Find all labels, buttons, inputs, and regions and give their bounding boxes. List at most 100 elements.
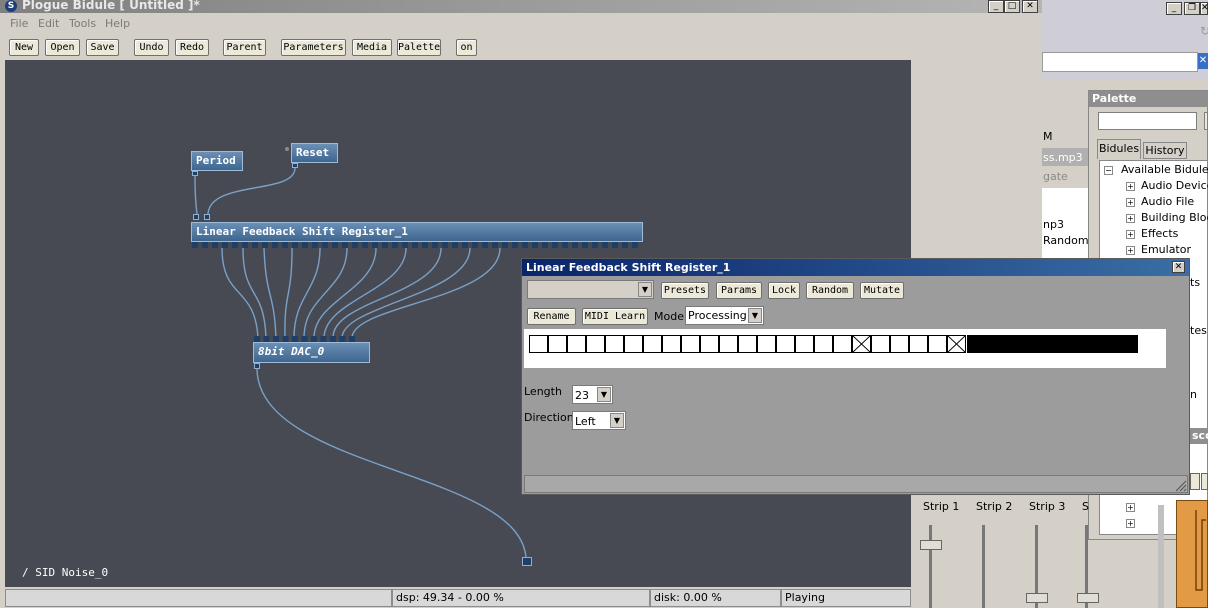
tree-expand-icon[interactable]: +	[1126, 182, 1135, 191]
palette-search-input[interactable]	[1098, 112, 1197, 130]
bg-random-label: Random	[1043, 234, 1089, 247]
scope-button[interactable]	[1190, 473, 1200, 490]
mode-label: Mode	[654, 310, 684, 323]
minimize-button[interactable]: _	[988, 0, 1004, 13]
close-button[interactable]: ✕	[1022, 0, 1038, 13]
direction-select[interactable]: Left ▼	[572, 411, 626, 430]
palette-title-bar[interactable]: Palette	[1089, 91, 1208, 107]
length-select[interactable]: 23 ▼	[572, 385, 613, 404]
register-cell[interactable]	[567, 335, 586, 353]
midi-learn-button[interactable]: MIDI Learn	[582, 308, 648, 325]
register-cell[interactable]	[700, 335, 719, 353]
length-label: Length	[524, 385, 562, 398]
register-cell[interactable]	[833, 335, 852, 353]
scope-button-2[interactable]	[1201, 473, 1208, 490]
lock-button[interactable]: Lock	[768, 282, 800, 299]
maximize-button[interactable]: □	[1004, 0, 1020, 13]
register-cell[interactable]	[681, 335, 700, 353]
chevron-down-icon: ▼	[597, 387, 611, 402]
lfsr-in-port-1[interactable]	[193, 214, 199, 220]
register-cell[interactable]	[529, 335, 548, 353]
tree-expand-icon[interactable]: +	[1126, 519, 1135, 528]
tree-item-emulator[interactable]: Emulator	[1141, 242, 1191, 258]
reset-in-port[interactable]	[285, 147, 289, 151]
random-button[interactable]: Random	[806, 282, 854, 299]
register-cell[interactable]	[586, 335, 605, 353]
lfsr-dialog-title-bar[interactable]: Linear Feedback Shift Register_1	[522, 259, 1189, 276]
tree-item-building-blocks[interactable]: Building Blocks	[1141, 210, 1208, 226]
tree-expand-icon[interactable]: +	[1126, 503, 1135, 512]
strip-1-track	[929, 525, 932, 608]
presets-button[interactable]: Presets	[661, 282, 709, 299]
palette-search-button[interactable]	[1204, 112, 1208, 130]
scope-scrollbar[interactable]	[1158, 505, 1164, 608]
palette-title: Palette	[1092, 92, 1137, 105]
dac-out-port[interactable]	[254, 363, 260, 369]
register-cell[interactable]	[757, 335, 776, 353]
register-cell[interactable]	[795, 335, 814, 353]
register-cell[interactable]	[814, 335, 833, 353]
register-cell[interactable]	[719, 335, 738, 353]
lfsr-out-ports[interactable]	[192, 242, 642, 248]
register-cell[interactable]	[624, 335, 643, 353]
strip-1-fader[interactable]	[920, 540, 942, 550]
resize-grip-icon[interactable]	[1175, 480, 1187, 492]
mode-select-value: Processing	[688, 309, 747, 322]
chevron-down-icon: ▼	[638, 282, 652, 297]
preset-select[interactable]: ▼	[527, 280, 654, 299]
register-cell[interactable]	[643, 335, 662, 353]
dac-node[interactable]: 8bit DAC_0	[253, 342, 370, 363]
tree-collapse-icon[interactable]: −	[1104, 166, 1113, 175]
strip-3-fader[interactable]	[1026, 593, 1048, 603]
register-cell[interactable]	[738, 335, 757, 353]
tree-partial-3: n	[1190, 388, 1197, 401]
rename-button[interactable]: Rename	[527, 308, 576, 325]
register-cell[interactable]	[662, 335, 681, 353]
tree-expand-icon[interactable]: +	[1126, 230, 1135, 239]
register-cell[interactable]	[909, 335, 928, 353]
bg-address-field[interactable]	[1042, 52, 1198, 72]
mode-select[interactable]: Processing ▼	[685, 306, 764, 325]
lfsr-dialog-close-button[interactable]: ✕	[1172, 261, 1185, 273]
bg-minimize-button[interactable]: _	[1166, 2, 1182, 15]
mutate-button[interactable]: Mutate	[860, 282, 904, 299]
register-filled-block	[967, 335, 1138, 353]
period-out-port[interactable]	[192, 171, 198, 176]
bg-restore-button[interactable]: ❐	[1184, 2, 1200, 15]
dac-node-label: 8bit DAC_0	[258, 345, 325, 358]
dialog-status-bar	[524, 475, 1188, 493]
register-cell[interactable]	[776, 335, 795, 353]
tree-expand-icon[interactable]: +	[1126, 246, 1135, 255]
register-cell[interactable]	[605, 335, 624, 353]
params-button[interactable]: Params	[716, 282, 762, 299]
bg-close-x-icon[interactable]: ✕	[1198, 53, 1208, 69]
reset-out-port[interactable]	[292, 163, 298, 168]
strip-1-label: Strip 1	[923, 500, 960, 513]
tree-item-effects[interactable]: Effects	[1141, 226, 1178, 242]
register-cell[interactable]	[928, 335, 947, 353]
register-cell[interactable]	[890, 335, 909, 353]
lfsr-node[interactable]: Linear Feedback Shift Register_1	[191, 222, 643, 242]
strip-4-label: S	[1082, 500, 1089, 513]
tree-expand-icon[interactable]: +	[1126, 198, 1135, 207]
period-node[interactable]: Period	[191, 151, 243, 171]
strip-4-fader[interactable]	[1077, 593, 1099, 603]
status-state: Playing	[781, 589, 911, 607]
sid-noise-port[interactable]	[522, 557, 532, 566]
register-cell-marked[interactable]	[852, 335, 871, 353]
tree-item-audio-devices[interactable]: Audio Devices	[1141, 178, 1208, 194]
tree-item-audio-file[interactable]: Audio File	[1141, 194, 1194, 210]
status-empty	[5, 589, 392, 607]
tree-root[interactable]: Available Bidules	[1121, 162, 1208, 178]
register-cell[interactable]	[548, 335, 567, 353]
tree-expand-icon[interactable]: +	[1126, 214, 1135, 223]
register-cell-marked[interactable]	[947, 335, 966, 353]
register-cell[interactable]	[871, 335, 890, 353]
lfsr-in-port-2[interactable]	[204, 214, 210, 220]
reset-node[interactable]: Reset	[291, 143, 338, 163]
tab-history[interactable]: History	[1143, 142, 1187, 159]
direction-label: Direction	[524, 411, 574, 424]
bg-reload-icon: ↻	[1200, 24, 1208, 38]
bg-close-button[interactable]: ✕	[1200, 2, 1208, 15]
tab-bidules[interactable]: Bidules	[1097, 139, 1141, 159]
